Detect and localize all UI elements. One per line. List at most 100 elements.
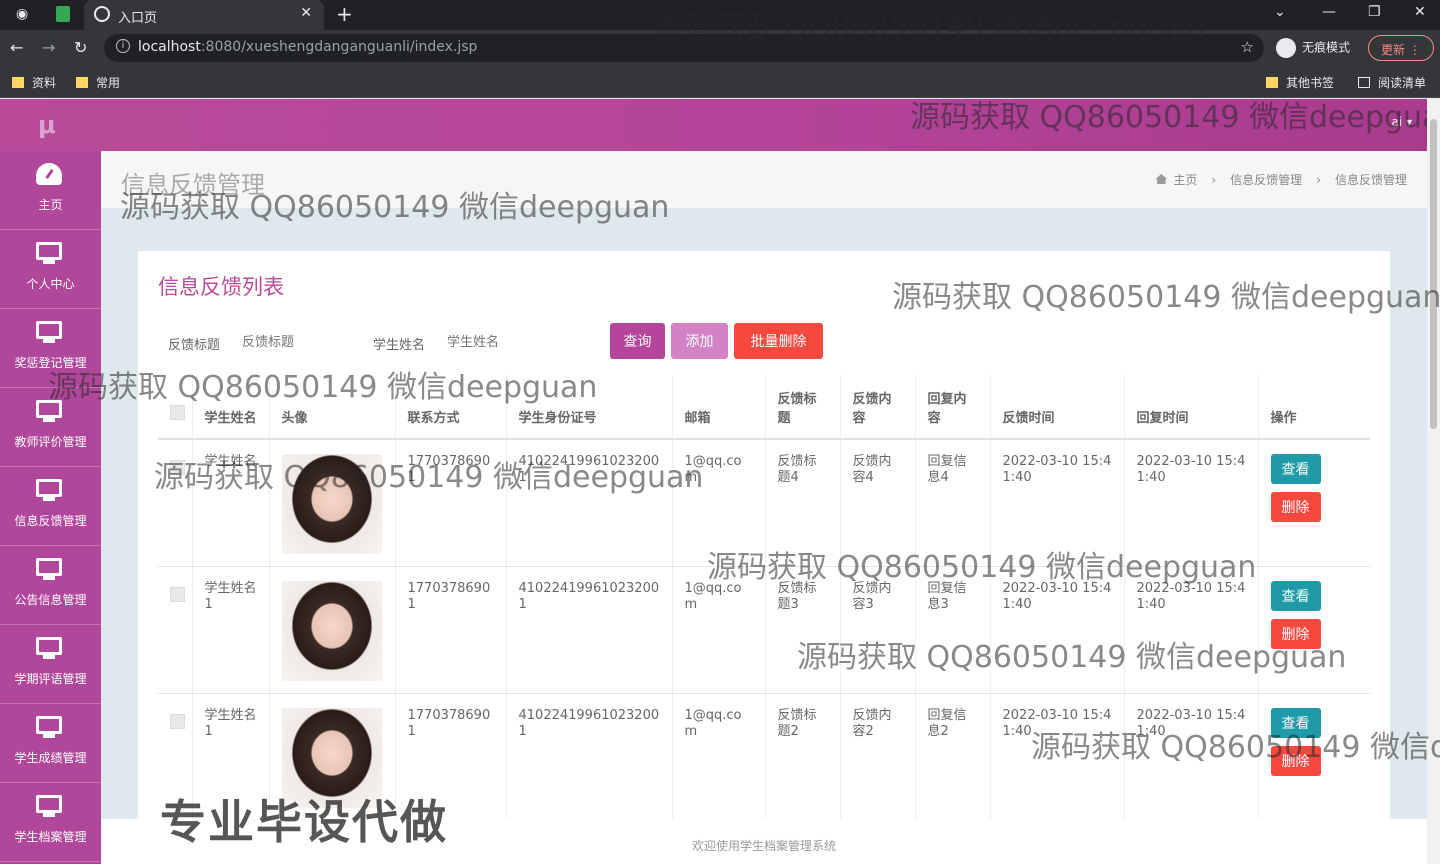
breadcrumb-current: 信息反馈管理 — [1334, 173, 1407, 187]
cell-reply-time: 2022-03-10 15:41:40 — [1124, 439, 1259, 567]
row-checkbox[interactable] — [170, 713, 185, 729]
cell-email: 1@qq.com — [672, 566, 766, 694]
select-all-cell — [158, 375, 193, 440]
other-bookmarks[interactable]: 其他书签 — [1266, 74, 1334, 91]
folder-icon — [12, 77, 24, 88]
tab-search-icon[interactable]: ⌄ — [1274, 4, 1286, 20]
bookmarks-bar: 资料 常用 其他书签 阅读清单 — [0, 66, 1440, 98]
view-button[interactable]: 查看 — [1270, 580, 1321, 611]
update-button[interactable]: 更新 ⋮ — [1368, 35, 1434, 61]
feedback-table: 学生姓名 头像 联系方式 学生身份证号 邮箱 反馈标题 反馈内容 回复内容 反馈… — [158, 375, 1370, 821]
sidebar: 主页 个人中心 奖惩登记管理 教师评价管理 信息反馈管理 公告信息管理 学期评语… — [0, 151, 101, 864]
sidebar-item-archives[interactable]: 学生档案管理 — [0, 783, 101, 862]
cell-reply: 回复信息3 — [915, 566, 991, 694]
table-row: 学生姓名1 17703786901 410224199610232001 1@q… — [158, 566, 1370, 694]
cell-feedback-time: 2022-03-10 15:41:40 — [990, 439, 1125, 567]
user-menu[interactable]: ai ▾ — [1391, 115, 1412, 129]
home-icon — [1155, 174, 1168, 184]
browser-tab[interactable]: 入口页 ✕ — [84, 0, 324, 30]
cell-phone: 17703786901 — [395, 439, 507, 567]
table-row: 学生姓名 17703786901 410224199610232001 1@qq… — [158, 439, 1370, 567]
main-content: 信息反馈管理 主页›信息反馈管理›信息反馈管理 信息反馈列表 反馈标题 学生姓名… — [101, 151, 1427, 864]
col-feedback-time: 反馈时间 — [990, 375, 1125, 440]
delete-button[interactable]: 删除 — [1270, 492, 1321, 522]
pinned-tab-icon[interactable] — [56, 6, 70, 22]
new-tab-button[interactable]: + — [336, 2, 353, 26]
reading-list-icon — [1358, 77, 1370, 88]
cell-content: 反馈内容4 — [840, 439, 916, 567]
maximize-icon[interactable]: ❐ — [1368, 4, 1381, 20]
incognito-indicator[interactable]: 无痕模式 — [1276, 38, 1350, 58]
delete-button[interactable]: 删除 — [1270, 618, 1321, 649]
browser-menu-icon[interactable]: ◉ — [16, 6, 28, 22]
app-logo: μ — [38, 111, 56, 139]
row-checkbox[interactable] — [170, 586, 185, 602]
sidebar-item-term-comments[interactable]: 学期评语管理 — [0, 625, 101, 704]
cell-content: 反馈内容2 — [840, 693, 916, 821]
folder-icon — [76, 77, 88, 88]
bookmark-folder-changyong[interactable]: 常用 — [76, 74, 120, 91]
view-button[interactable]: 查看 — [1270, 707, 1321, 738]
search-label-student: 学生姓名 — [373, 338, 426, 353]
sidebar-item-personal-center[interactable]: 个人中心 — [0, 230, 101, 309]
avatar — [281, 580, 382, 681]
breadcrumb-home[interactable]: 主页 — [1173, 173, 1197, 187]
monitor-icon — [36, 400, 62, 422]
batch-delete-button[interactable]: 批量删除 — [734, 323, 823, 359]
student-name-input[interactable] — [443, 328, 563, 356]
close-window-icon[interactable]: ✕ — [1414, 4, 1426, 20]
folder-icon — [1266, 77, 1278, 88]
cell-reply: 回复信息4 — [915, 439, 991, 567]
page-scrollbar[interactable] — [1427, 99, 1440, 864]
view-button[interactable]: 查看 — [1270, 454, 1321, 484]
sidebar-item-teacher-eval[interactable]: 教师评价管理 — [0, 388, 101, 467]
bookmark-star-icon[interactable]: ☆ — [1241, 38, 1254, 56]
row-checkbox[interactable] — [170, 460, 185, 475]
minimize-icon[interactable]: — — [1322, 4, 1336, 20]
back-icon[interactable]: ← — [10, 38, 23, 57]
address-bar-row: ← → ↻ i localhost:8080/xueshengdangangua… — [0, 30, 1440, 66]
cell-reply-time: 2022-03-10 15:41:40 — [1124, 693, 1259, 821]
dashboard-icon — [36, 163, 62, 185]
feedback-title-input[interactable] — [238, 328, 358, 356]
sidebar-item-home[interactable]: 主页 — [0, 151, 101, 230]
reading-list[interactable]: 阅读清单 — [1358, 74, 1426, 91]
sidebar-item-rewards[interactable]: 奖惩登记管理 — [0, 309, 101, 388]
sidebar-item-scores[interactable]: 学生成绩管理 — [0, 704, 101, 783]
monitor-icon — [36, 558, 62, 580]
sidebar-item-notice[interactable]: 公告信息管理 — [0, 546, 101, 625]
reload-icon[interactable]: ↻ — [74, 38, 87, 57]
panel-title: 信息反馈列表 — [158, 275, 284, 299]
cell-idcard: 410224199610232001 — [506, 566, 673, 694]
monitor-icon — [36, 716, 62, 738]
cell-title: 反馈标题2 — [765, 693, 841, 821]
bookmark-folder-ziliao[interactable]: 资料 — [12, 74, 56, 91]
incognito-icon — [1276, 38, 1296, 58]
select-all-checkbox[interactable] — [170, 405, 185, 420]
close-tab-icon[interactable]: ✕ — [300, 5, 312, 21]
promo-watermark: 专业毕设代做 — [160, 795, 448, 849]
forward-icon[interactable]: → — [42, 38, 55, 57]
add-button[interactable]: 添加 — [671, 323, 728, 359]
search-label-title: 反馈标题 — [168, 338, 221, 353]
url-host: localhost — [138, 39, 201, 55]
monitor-icon — [36, 637, 62, 659]
query-button[interactable]: 查询 — [610, 323, 665, 359]
breadcrumb-item[interactable]: 信息反馈管理 — [1230, 173, 1302, 187]
monitor-icon — [36, 242, 62, 264]
cell-feedback-time: 2022-03-10 15:41:40 — [990, 693, 1125, 821]
delete-button[interactable]: 删除 — [1270, 745, 1321, 776]
site-info-icon[interactable]: i — [116, 39, 130, 53]
col-phone: 联系方式 — [395, 375, 507, 440]
sidebar-item-feedback[interactable]: 信息反馈管理 — [0, 467, 101, 546]
monitor-icon — [36, 321, 62, 343]
col-reply-time: 回复时间 — [1124, 375, 1259, 440]
cell-email: 1@qq.com — [672, 439, 766, 567]
cell-avatar — [269, 439, 396, 567]
col-content: 反馈内容 — [840, 375, 916, 440]
url-input[interactable]: i localhost:8080/xueshengdanganguanli/in… — [104, 34, 1264, 62]
scrollbar-thumb[interactable] — [1430, 119, 1437, 429]
cell-actions: 查看 删除 — [1258, 566, 1370, 694]
cell-student-name: 学生姓名1 — [192, 566, 270, 694]
cell-idcard: 410224199610232001 — [506, 693, 673, 821]
